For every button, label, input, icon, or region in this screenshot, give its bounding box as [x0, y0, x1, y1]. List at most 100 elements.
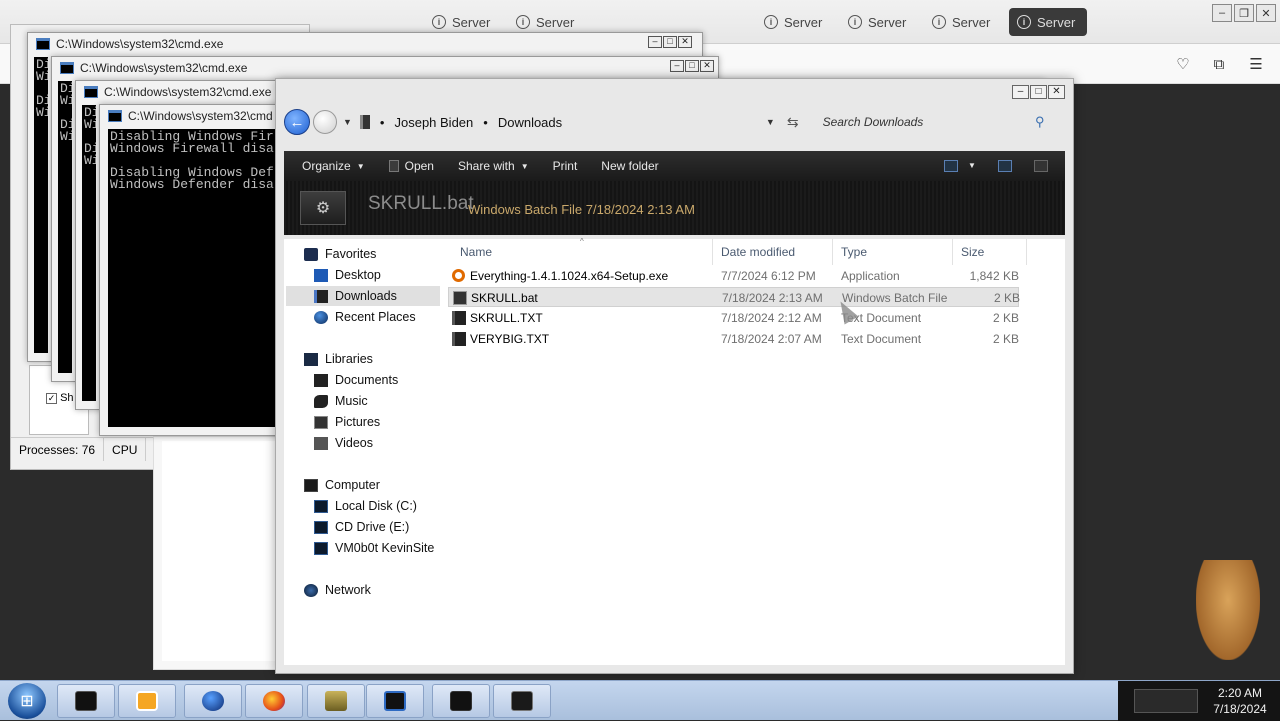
nav-network[interactable]: Network	[304, 580, 371, 600]
column-header-name[interactable]: Name ^	[452, 237, 713, 265]
cmd-window-4[interactable]: C:\Windows\system32\cmd Disabling Window…	[99, 104, 289, 436]
minimize-icon[interactable]: –	[670, 60, 684, 72]
nav-recent-places[interactable]: Recent Places	[314, 307, 416, 327]
close-icon[interactable]: ✕	[678, 36, 692, 48]
taskbar-media-player[interactable]	[118, 684, 176, 718]
maximize-icon[interactable]: ❐	[1234, 4, 1254, 22]
checkbox-icon[interactable]: ✓	[46, 392, 57, 404]
browser-tab[interactable]: i Server	[756, 8, 832, 36]
cmd-icon	[60, 62, 74, 74]
browser-tab[interactable]: i Server	[840, 8, 916, 36]
close-icon[interactable]: ✕	[700, 60, 714, 72]
file-size: 2 KB	[993, 291, 1020, 305]
table-row[interactable]: Everything-1.4.1.1024.x64-Setup.exe 7/7/…	[448, 266, 1019, 286]
forward-arrow-icon[interactable]	[313, 110, 337, 134]
location-icon	[359, 115, 370, 129]
nav-label: Documents	[335, 373, 399, 387]
drive-icon	[314, 499, 328, 513]
address-dropdown-icon[interactable]: ▼	[766, 117, 775, 127]
recent-places-icon	[314, 310, 328, 324]
chevron-down-icon: ▼	[520, 161, 529, 171]
nav-music[interactable]: Music	[314, 391, 368, 411]
help-icon[interactable]	[1034, 160, 1048, 172]
nav-videos[interactable]: Videos	[314, 433, 373, 453]
chevron-down-icon: ▼	[356, 161, 365, 171]
refresh-icon[interactable]: ⇆	[787, 114, 799, 131]
breadcrumb-item-user[interactable]: Joseph Biden	[394, 115, 473, 130]
column-header-type[interactable]: Type	[833, 239, 953, 265]
hamster-sticker	[1196, 560, 1260, 660]
table-row[interactable]: SKRULL.TXT 7/18/2024 2:12 AM Text Docume…	[448, 308, 1019, 328]
firefox-icon	[263, 691, 285, 711]
minimize-icon[interactable]: –	[1212, 4, 1232, 22]
breadcrumb-item-downloads[interactable]: Downloads	[498, 115, 562, 130]
share-with-button[interactable]: Share with ▼	[446, 159, 541, 173]
maximize-icon[interactable]: □	[663, 36, 677, 48]
chevron-down-icon[interactable]: ▼	[968, 161, 976, 170]
minimize-icon[interactable]: –	[1012, 85, 1029, 99]
info-icon: i	[932, 15, 946, 29]
browser-tab[interactable]: iServer✕	[1009, 8, 1087, 36]
new-folder-button[interactable]: New folder	[589, 159, 670, 173]
nav-documents[interactable]: Documents	[314, 370, 398, 390]
back-arrow-icon[interactable]: ←	[284, 109, 310, 135]
file-size: 1,842 KB	[969, 269, 1019, 283]
taskbar-firefox[interactable]	[245, 684, 303, 718]
tray-icons[interactable]	[1134, 689, 1198, 713]
start-button[interactable]: ⊞	[8, 683, 46, 719]
nav-label: Local Disk (C:)	[335, 499, 417, 513]
close-icon[interactable]: ✕	[1256, 4, 1276, 22]
browser-tab[interactable]: i Server	[924, 8, 1000, 36]
taskbar-browser[interactable]	[184, 684, 242, 718]
close-icon[interactable]: ✕	[1048, 85, 1065, 99]
favorites-icon	[304, 247, 318, 261]
table-row[interactable]: VERYBIG.TXT 7/18/2024 2:07 AM Text Docum…	[448, 329, 1019, 349]
column-header-size[interactable]: Size	[953, 239, 1027, 265]
batch-file-icon	[453, 291, 467, 305]
taskbar-cmd[interactable]	[57, 684, 115, 718]
maximize-icon[interactable]: □	[1030, 85, 1047, 99]
column-header-date[interactable]: Date modified	[713, 239, 833, 265]
extensions-icon[interactable]: ⧉	[1208, 53, 1230, 75]
tab-label: Server	[784, 14, 823, 30]
process-count: Processes: 76	[11, 438, 105, 461]
nav-cd-drive[interactable]: CD Drive (E:)	[314, 517, 409, 537]
pocket-icon[interactable]: ♡	[1172, 53, 1194, 75]
search-placeholder: Search Downloads	[822, 115, 924, 129]
window-title: C:\Windows\system32\cmd	[128, 109, 273, 123]
nav-downloads[interactable]: Downloads	[286, 286, 440, 306]
taskbar-explorer[interactable]	[366, 684, 424, 718]
details-pane: ⚙ SKRULL.bat Windows Batch File 7/18/202…	[284, 181, 1065, 235]
cmd-icon	[75, 691, 97, 711]
organize-button[interactable]: Organize ▼	[290, 159, 377, 173]
tab-label: Server	[452, 14, 491, 30]
videos-icon	[314, 436, 328, 450]
search-input[interactable]: Search Downloads ⚲	[817, 109, 1051, 135]
minimize-icon[interactable]: –	[648, 36, 662, 48]
column-label: Size	[961, 245, 985, 259]
info-icon: i	[1017, 15, 1031, 29]
menu-icon[interactable]: ☰	[1245, 53, 1267, 75]
breadcrumb[interactable]: • Joseph Biden • Downloads	[359, 109, 772, 135]
table-row[interactable]: SKRULL.bat 7/18/2024 2:13 AM Windows Bat…	[448, 287, 1020, 307]
print-button[interactable]: Print	[541, 159, 590, 173]
explorer-window[interactable]: – □ ✕ ← ▼ • Joseph Biden • Downloads ▼ ⇆…	[275, 78, 1074, 674]
nav-libraries[interactable]: Libraries	[304, 349, 373, 369]
nav-pictures[interactable]: Pictures	[314, 412, 380, 432]
info-icon: i	[848, 15, 862, 29]
open-button[interactable]: Open	[377, 159, 446, 173]
nav-favorites[interactable]: Favorites	[304, 244, 376, 264]
nav-local-disk[interactable]: Local Disk (C:)	[314, 496, 417, 516]
clock[interactable]: 2:20 AM 7/18/2024	[1204, 685, 1276, 717]
taskbar-game[interactable]	[307, 684, 365, 718]
maximize-icon[interactable]: □	[685, 60, 699, 72]
nav-network-share[interactable]: VM0b0t KevinSite	[314, 538, 434, 558]
taskbar-task-manager[interactable]	[432, 684, 490, 718]
taskbar-display[interactable]	[493, 684, 551, 718]
nav-computer[interactable]: Computer	[304, 475, 380, 495]
search-icon[interactable]: ⚲	[1035, 114, 1045, 130]
change-view-icon[interactable]	[944, 160, 958, 172]
preview-pane-icon[interactable]	[998, 160, 1012, 172]
nav-desktop[interactable]: Desktop	[314, 265, 381, 285]
history-dropdown-icon[interactable]: ▼	[343, 117, 352, 127]
